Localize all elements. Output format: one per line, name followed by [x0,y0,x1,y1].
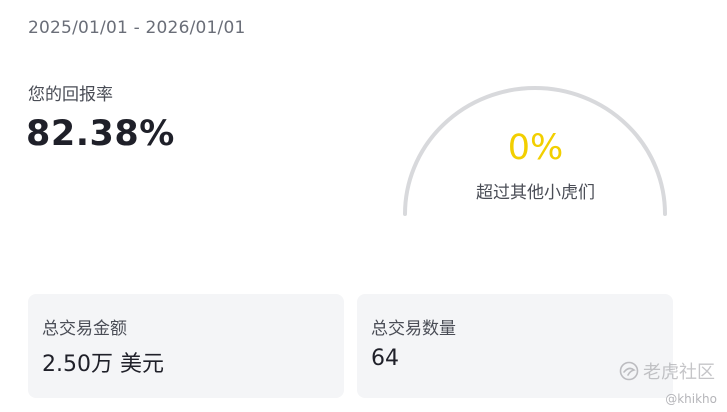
total-trade-amount-card: 总交易金额 2.50万 美元 [28,294,344,398]
ranking-gauge: 0% 超过其他小虎们 [398,86,673,218]
total-trade-count-label: 总交易数量 [371,319,456,339]
return-rate-label: 您的回报率 [28,85,113,105]
total-trade-amount-label: 总交易金额 [42,319,127,339]
gauge-percent: 0% [507,128,564,168]
watermark-text: 老虎社区 [643,362,715,383]
date-range: 2025/01/01 - 2026/01/01 [28,18,246,38]
tiger-community-icon [619,361,639,381]
return-rate-value: 82.38% [26,114,175,154]
watermark: 老虎社区 [619,358,715,384]
total-trade-count-value: 64 [371,346,399,371]
total-trade-amount-value: 2.50万 美元 [42,352,164,377]
gauge-caption: 超过其他小虎们 [476,183,595,203]
watermark-handle: @khikho [665,392,717,406]
